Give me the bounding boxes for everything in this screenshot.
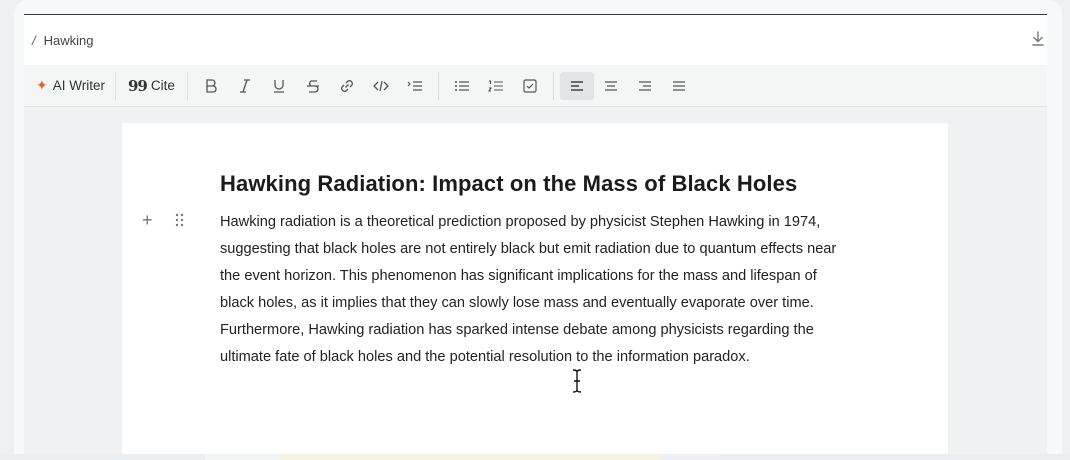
toolbar-divider (186, 71, 188, 100)
numbered-list-icon (487, 79, 503, 92)
formatting-toolbar: ✦ AI Writer 99 Cite (24, 65, 1047, 107)
breadcrumb-separator: / (32, 32, 36, 48)
toolbar-divider (115, 71, 116, 100)
italic-icon (239, 78, 250, 93)
title-bar: / Hawking (24, 15, 1047, 65)
cite-label: Cite (150, 78, 175, 93)
strikethrough-button[interactable] (296, 72, 330, 100)
link-icon (340, 79, 353, 92)
download-icon[interactable] (1031, 31, 1045, 47)
numbered-list-button[interactable] (479, 72, 513, 100)
italic-button[interactable] (228, 72, 262, 100)
bold-icon (206, 78, 217, 93)
bullet-list-icon (454, 80, 469, 91)
document-page[interactable]: Hawking Radiation: Impact on the Mass of… (122, 123, 948, 460)
link-button[interactable] (330, 72, 364, 100)
indent-button[interactable] (398, 72, 432, 100)
bottom-color-strip (0, 454, 1070, 460)
bullet-list-button[interactable] (445, 72, 479, 100)
breadcrumb-title[interactable]: Hawking (44, 33, 94, 48)
align-center-icon (604, 80, 617, 91)
indent-icon (407, 80, 422, 91)
sparkle-icon: ✦ (36, 77, 48, 93)
checklist-button[interactable] (513, 72, 547, 100)
strikethrough-icon (306, 79, 319, 93)
align-justify-button[interactable] (662, 72, 696, 100)
code-icon (372, 80, 389, 91)
editor-panel: / Hawking ✦ AI Writer 99 Cite Hawking Ra… (24, 14, 1047, 460)
ai-writer-label: AI Writer (52, 78, 105, 93)
add-block-icon[interactable]: + (142, 211, 153, 232)
drag-handle-icon[interactable] (175, 213, 185, 232)
bold-button[interactable] (194, 72, 228, 100)
text-cursor-icon (571, 368, 583, 394)
align-left-icon (570, 80, 583, 91)
align-right-button[interactable] (628, 72, 662, 100)
toolbar-divider (552, 71, 554, 100)
quote-icon: 99 (128, 76, 148, 95)
align-justify-icon (672, 80, 685, 91)
align-center-button[interactable] (594, 72, 628, 100)
checkbox-icon (523, 78, 537, 93)
align-right-icon (638, 80, 651, 91)
document-paragraph[interactable]: Hawking radiation is a theoretical predi… (220, 209, 850, 371)
cite-button[interactable]: 99 Cite (122, 72, 181, 100)
block-controls: + (142, 211, 185, 232)
code-button[interactable] (364, 72, 398, 100)
underline-button[interactable] (262, 72, 296, 100)
ai-writer-button[interactable]: ✦ AI Writer (32, 72, 109, 100)
align-left-button[interactable] (559, 71, 594, 100)
toolbar-divider (437, 71, 439, 100)
underline-icon (273, 79, 284, 93)
document-heading[interactable]: Hawking Radiation: Impact on the Mass of… (220, 171, 920, 197)
